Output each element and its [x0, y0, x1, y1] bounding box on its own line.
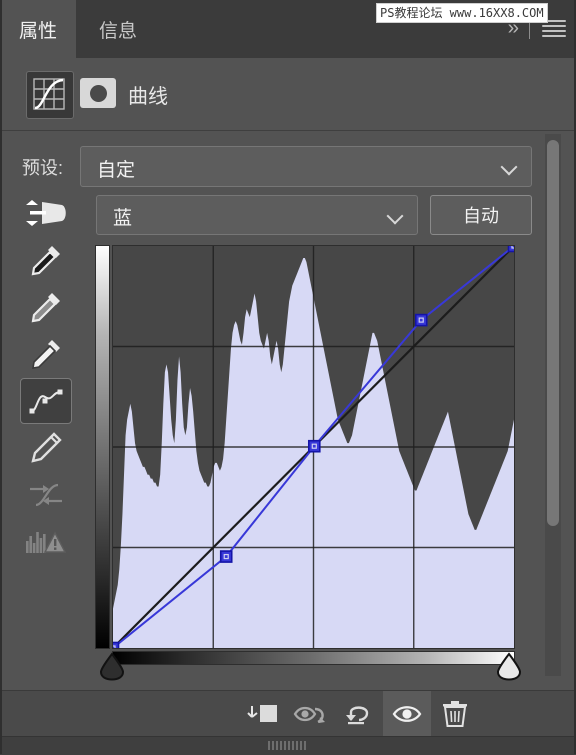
- curves-plot-area[interactable]: [112, 245, 515, 649]
- chevron-down-icon: [503, 160, 517, 174]
- curves-plot-svg[interactable]: [113, 246, 514, 648]
- panel-footer: [0, 736, 576, 755]
- adjustment-title-row: 曲线: [0, 58, 576, 130]
- clip-to-layer-button[interactable]: [239, 691, 287, 737]
- preset-label: 预设:: [22, 158, 64, 178]
- tab-info-label: 信息: [98, 20, 137, 42]
- preset-value: 自定: [97, 160, 136, 181]
- tab-info[interactable]: 信息: [76, 0, 160, 58]
- eyedropper-gray-icon[interactable]: [20, 284, 72, 330]
- panel-scrollbar-thumb[interactable]: [547, 140, 559, 526]
- curves-properties-panel: 属性 信息 ›› PS教程论坛 www.16XX8.COM 曲线 预设: 自定 …: [0, 0, 576, 755]
- auto-button[interactable]: 自动: [430, 195, 532, 235]
- eyedropper-white-icon[interactable]: [20, 331, 72, 377]
- reset-button[interactable]: [335, 691, 383, 737]
- smooth-curve-icon[interactable]: [20, 472, 72, 518]
- tab-properties-label: 属性: [18, 20, 57, 42]
- curves-graph[interactable]: [95, 245, 522, 681]
- title-divider: [0, 130, 576, 131]
- delete-button[interactable]: [431, 691, 479, 737]
- channel-value: 蓝: [113, 208, 133, 229]
- output-gradient-strip: [95, 245, 110, 649]
- watermark-text: PS教程论坛 www.16XX8.COM: [376, 3, 548, 23]
- toggle-previous-state-button[interactable]: [287, 691, 335, 737]
- pencil-icon[interactable]: [20, 425, 72, 471]
- curves-tool-column: [20, 190, 74, 566]
- preset-select[interactable]: 自定: [80, 146, 532, 187]
- black-point-slider[interactable]: [98, 651, 126, 681]
- curves-adjustment-icon: [26, 71, 74, 119]
- white-point-slider[interactable]: [495, 651, 523, 681]
- curve-point-icon[interactable]: [20, 378, 72, 424]
- toggle-visibility-button[interactable]: [383, 691, 431, 737]
- input-gradient-strip: [112, 651, 515, 665]
- tab-properties[interactable]: 属性: [0, 0, 76, 58]
- targeted-adjustment-icon[interactable]: [20, 190, 72, 236]
- channel-select[interactable]: 蓝: [96, 195, 418, 235]
- panel-bottom-toolbar: [0, 690, 576, 737]
- resize-grip[interactable]: [268, 741, 308, 750]
- layer-mask-thumbnail[interactable]: [80, 78, 116, 108]
- histogram-warning-icon[interactable]: [20, 519, 72, 565]
- auto-button-label: 自动: [463, 206, 499, 226]
- page-title: 曲线: [128, 86, 168, 108]
- chevron-down-icon: [389, 209, 403, 223]
- eyedropper-black-icon[interactable]: [20, 237, 72, 283]
